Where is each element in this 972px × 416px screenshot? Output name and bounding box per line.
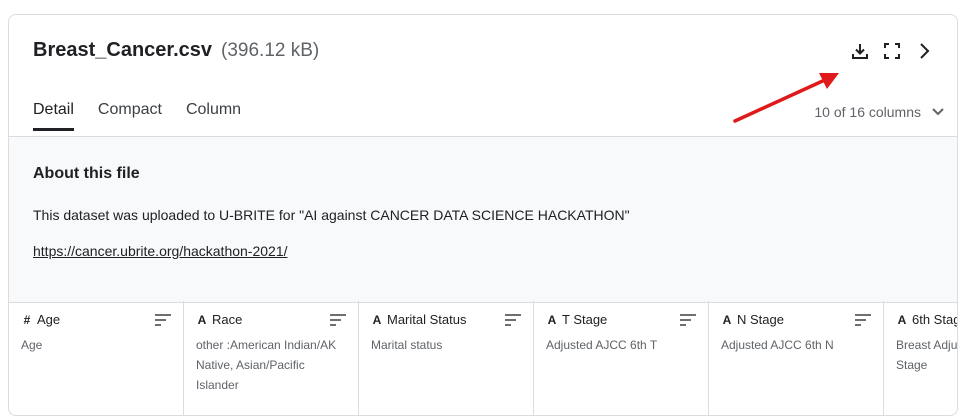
column-card[interactable]: A Race other :American Indian/AK Native,… [184,301,359,415]
column-card[interactable]: A T Stage Adjusted AJCC 6th T [534,301,709,415]
string-type-icon: A [897,312,907,327]
column-name: Age [37,312,61,327]
about-heading: About this file [33,165,140,182]
file-name: Breast_Cancer.csv [33,39,213,61]
column-card[interactable]: A 6th Stage Breast Adjusted AJCC 6th Sta… [884,301,958,415]
sort-icon[interactable] [680,314,696,326]
file-size: (396.12 kB) [221,40,320,61]
sort-icon[interactable] [505,314,521,326]
file-title-row: Breast_Cancer.csv (396.12 kB) [33,39,319,62]
tab-compact[interactable]: Compact [98,101,162,131]
string-type-icon: A [722,312,732,327]
column-description: Adjusted AJCC 6th N [721,338,834,352]
string-type-icon: A [547,312,557,327]
column-name: Race [212,312,243,327]
column-header: A T Stage [546,312,608,327]
column-name: 6th Stage [912,312,957,327]
tab-column[interactable]: Column [186,101,241,131]
about-section: About this file This dataset was uploade… [9,136,957,303]
about-link[interactable]: https://cancer.ubrite.org/hackathon-2021… [33,243,288,259]
column-card[interactable]: # Age Age [9,301,184,415]
column-name: T Stage [562,312,608,327]
download-icon[interactable] [849,39,871,63]
file-preview-card: Breast_Cancer.csv (396.12 kB) Detail Com… [8,14,958,416]
about-description: This dataset was uploaded to U-BRITE for… [33,207,630,223]
column-card[interactable]: A Marital Status Marital status [359,301,534,415]
fullscreen-icon[interactable] [881,39,903,63]
string-type-icon: A [372,312,382,327]
column-card[interactable]: A N Stage Adjusted AJCC 6th N [709,301,884,415]
sort-icon[interactable] [155,314,171,326]
chevron-right-icon[interactable] [913,39,935,63]
column-header: A Marital Status [371,312,467,327]
annotation-arrow [733,73,839,123]
column-description: Age [21,338,43,352]
column-header: A Race [196,312,243,327]
column-name: N Stage [737,312,784,327]
column-header: A 6th Stage [896,312,957,327]
column-description: Adjusted AJCC 6th T [546,338,658,352]
column-name: Marital Status [387,312,467,327]
numeric-type-icon: # [23,312,31,327]
sort-icon[interactable] [330,314,346,326]
view-tabs: Detail Compact Column [33,101,241,131]
column-header: A N Stage [721,312,784,327]
column-description: other :American Indian/AK Native, Asian/… [196,338,337,392]
column-list: # Age Age A Race other :American Indian/… [9,301,958,415]
file-actions [849,39,935,63]
column-description: Breast Adjusted AJCC 6th Stage [896,338,958,372]
chevron-down-icon [932,108,944,116]
column-description: Marital status [371,338,443,352]
column-header: # Age [21,312,60,327]
tab-detail[interactable]: Detail [33,101,74,131]
sort-icon[interactable] [855,314,871,326]
string-type-icon: A [197,312,207,327]
